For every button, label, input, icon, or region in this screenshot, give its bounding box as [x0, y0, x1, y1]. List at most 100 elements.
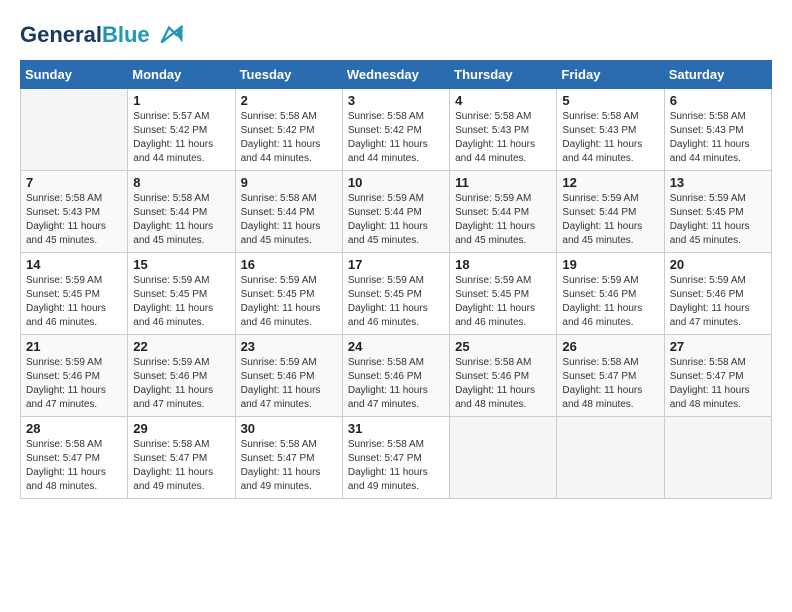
day-number: 13 — [670, 175, 766, 190]
calendar-cell: 14 Sunrise: 5:59 AM Sunset: 5:45 PM Dayli… — [21, 253, 128, 335]
calendar-cell: 12 Sunrise: 5:59 AM Sunset: 5:44 PM Dayli… — [557, 171, 664, 253]
day-number: 12 — [562, 175, 658, 190]
weekday-header-sunday: Sunday — [21, 61, 128, 89]
day-info: Sunrise: 5:59 AM Sunset: 5:44 PM Dayligh… — [562, 192, 658, 248]
calendar-cell: 19 Sunrise: 5:59 AM Sunset: 5:46 PM Dayli… — [557, 253, 664, 335]
weekday-header-tuesday: Tuesday — [235, 61, 342, 89]
calendar-cell: 13Sunrise: 5:59 AM Sunset: 5:45 PM Dayli… — [664, 171, 771, 253]
day-info: Sunrise: 5:59 AM Sunset: 5:45 PM Dayligh… — [26, 274, 122, 330]
day-info: Sunrise: 5:58 AM Sunset: 5:42 PM Dayligh… — [241, 110, 337, 166]
logo-icon — [154, 20, 184, 50]
day-number: 23 — [241, 339, 337, 354]
day-number: 17 — [348, 257, 444, 272]
day-number: 26 — [562, 339, 658, 354]
logo: GeneralBlue — [20, 20, 184, 50]
day-info: Sunrise: 5:58 AM Sunset: 5:43 PM Dayligh… — [455, 110, 551, 166]
day-info: Sunrise: 5:59 AM Sunset: 5:44 PM Dayligh… — [348, 192, 444, 248]
calendar-cell — [664, 417, 771, 499]
weekday-header-saturday: Saturday — [664, 61, 771, 89]
calendar-cell: 8 Sunrise: 5:58 AM Sunset: 5:44 PM Daylig… — [128, 171, 235, 253]
logo-text: GeneralBlue — [20, 23, 150, 47]
calendar-cell: 18 Sunrise: 5:59 AM Sunset: 5:45 PM Dayli… — [450, 253, 557, 335]
calendar-cell: 3Sunrise: 5:58 AM Sunset: 5:42 PM Daylig… — [342, 89, 449, 171]
calendar-week-row: 7 Sunrise: 5:58 AM Sunset: 5:43 PM Daylig… — [21, 171, 772, 253]
calendar-cell: 1 Sunrise: 5:57 AM Sunset: 5:42 PM Daylig… — [128, 89, 235, 171]
day-info: Sunrise: 5:58 AM Sunset: 5:43 PM Dayligh… — [670, 110, 766, 166]
weekday-header-friday: Friday — [557, 61, 664, 89]
day-info: Sunrise: 5:59 AM Sunset: 5:45 PM Dayligh… — [455, 274, 551, 330]
calendar-cell — [557, 417, 664, 499]
calendar-cell: 17Sunrise: 5:59 AM Sunset: 5:45 PM Dayli… — [342, 253, 449, 335]
day-number: 20 — [670, 257, 766, 272]
day-number: 28 — [26, 421, 122, 436]
weekday-header-thursday: Thursday — [450, 61, 557, 89]
day-number: 1 — [133, 93, 229, 108]
calendar-cell: 2 Sunrise: 5:58 AM Sunset: 5:42 PM Daylig… — [235, 89, 342, 171]
calendar-cell: 5 Sunrise: 5:58 AM Sunset: 5:43 PM Daylig… — [557, 89, 664, 171]
day-info: Sunrise: 5:58 AM Sunset: 5:47 PM Dayligh… — [670, 356, 766, 412]
day-number: 8 — [133, 175, 229, 190]
day-info: Sunrise: 5:59 AM Sunset: 5:46 PM Dayligh… — [562, 274, 658, 330]
day-info: Sunrise: 5:59 AM Sunset: 5:46 PM Dayligh… — [241, 356, 337, 412]
calendar-cell: 27 Sunrise: 5:58 AM Sunset: 5:47 PM Dayli… — [664, 335, 771, 417]
day-info: Sunrise: 5:59 AM Sunset: 5:45 PM Dayligh… — [241, 274, 337, 330]
day-number: 4 — [455, 93, 551, 108]
calendar-cell: 16 Sunrise: 5:59 AM Sunset: 5:45 PM Dayli… — [235, 253, 342, 335]
day-info: Sunrise: 5:57 AM Sunset: 5:42 PM Dayligh… — [133, 110, 229, 166]
calendar-cell — [21, 89, 128, 171]
day-info: Sunrise: 5:58 AM Sunset: 5:47 PM Dayligh… — [562, 356, 658, 412]
calendar-cell: 23 Sunrise: 5:59 AM Sunset: 5:46 PM Dayli… — [235, 335, 342, 417]
day-info: Sunrise: 5:58 AM Sunset: 5:44 PM Dayligh… — [241, 192, 337, 248]
calendar-cell: 30Sunrise: 5:58 AM Sunset: 5:47 PM Dayli… — [235, 417, 342, 499]
day-info: Sunrise: 5:58 AM Sunset: 5:47 PM Dayligh… — [26, 438, 122, 494]
day-info: Sunrise: 5:59 AM Sunset: 5:45 PM Dayligh… — [133, 274, 229, 330]
day-number: 29 — [133, 421, 229, 436]
day-number: 16 — [241, 257, 337, 272]
calendar-cell: 25Sunrise: 5:58 AM Sunset: 5:46 PM Dayli… — [450, 335, 557, 417]
calendar-cell: 6 Sunrise: 5:58 AM Sunset: 5:43 PM Daylig… — [664, 89, 771, 171]
day-number: 3 — [348, 93, 444, 108]
day-number: 25 — [455, 339, 551, 354]
day-info: Sunrise: 5:59 AM Sunset: 5:46 PM Dayligh… — [26, 356, 122, 412]
day-number: 30 — [241, 421, 337, 436]
calendar-cell: 31Sunrise: 5:58 AM Sunset: 5:47 PM Dayli… — [342, 417, 449, 499]
calendar-week-row: 28 Sunrise: 5:58 AM Sunset: 5:47 PM Dayli… — [21, 417, 772, 499]
day-info: Sunrise: 5:59 AM Sunset: 5:44 PM Dayligh… — [455, 192, 551, 248]
calendar-week-row: 21Sunrise: 5:59 AM Sunset: 5:46 PM Dayli… — [21, 335, 772, 417]
day-info: Sunrise: 5:58 AM Sunset: 5:44 PM Dayligh… — [133, 192, 229, 248]
weekday-header-wednesday: Wednesday — [342, 61, 449, 89]
day-number: 7 — [26, 175, 122, 190]
day-number: 15 — [133, 257, 229, 272]
day-number: 14 — [26, 257, 122, 272]
calendar-cell: 24 Sunrise: 5:58 AM Sunset: 5:46 PM Dayli… — [342, 335, 449, 417]
calendar-week-row: 14 Sunrise: 5:59 AM Sunset: 5:45 PM Dayli… — [21, 253, 772, 335]
weekday-header-monday: Monday — [128, 61, 235, 89]
day-info: Sunrise: 5:59 AM Sunset: 5:46 PM Dayligh… — [670, 274, 766, 330]
weekday-header-row: SundayMondayTuesdayWednesdayThursdayFrid… — [21, 61, 772, 89]
calendar-table: SundayMondayTuesdayWednesdayThursdayFrid… — [20, 60, 772, 499]
calendar-cell: 10 Sunrise: 5:59 AM Sunset: 5:44 PM Dayli… — [342, 171, 449, 253]
calendar-cell: 22Sunrise: 5:59 AM Sunset: 5:46 PM Dayli… — [128, 335, 235, 417]
day-number: 27 — [670, 339, 766, 354]
day-info: Sunrise: 5:58 AM Sunset: 5:46 PM Dayligh… — [348, 356, 444, 412]
day-info: Sunrise: 5:58 AM Sunset: 5:43 PM Dayligh… — [562, 110, 658, 166]
calendar-cell: 9 Sunrise: 5:58 AM Sunset: 5:44 PM Daylig… — [235, 171, 342, 253]
day-number: 9 — [241, 175, 337, 190]
day-info: Sunrise: 5:58 AM Sunset: 5:43 PM Dayligh… — [26, 192, 122, 248]
day-number: 24 — [348, 339, 444, 354]
calendar-cell — [450, 417, 557, 499]
day-number: 22 — [133, 339, 229, 354]
day-number: 5 — [562, 93, 658, 108]
day-info: Sunrise: 5:58 AM Sunset: 5:47 PM Dayligh… — [348, 438, 444, 494]
day-number: 19 — [562, 257, 658, 272]
day-number: 6 — [670, 93, 766, 108]
page-header: GeneralBlue — [20, 20, 772, 50]
day-number: 11 — [455, 175, 551, 190]
day-number: 10 — [348, 175, 444, 190]
day-number: 18 — [455, 257, 551, 272]
day-info: Sunrise: 5:58 AM Sunset: 5:47 PM Dayligh… — [133, 438, 229, 494]
calendar-cell: 7 Sunrise: 5:58 AM Sunset: 5:43 PM Daylig… — [21, 171, 128, 253]
day-number: 2 — [241, 93, 337, 108]
calendar-cell: 21Sunrise: 5:59 AM Sunset: 5:46 PM Dayli… — [21, 335, 128, 417]
calendar-cell: 15 Sunrise: 5:59 AM Sunset: 5:45 PM Dayli… — [128, 253, 235, 335]
